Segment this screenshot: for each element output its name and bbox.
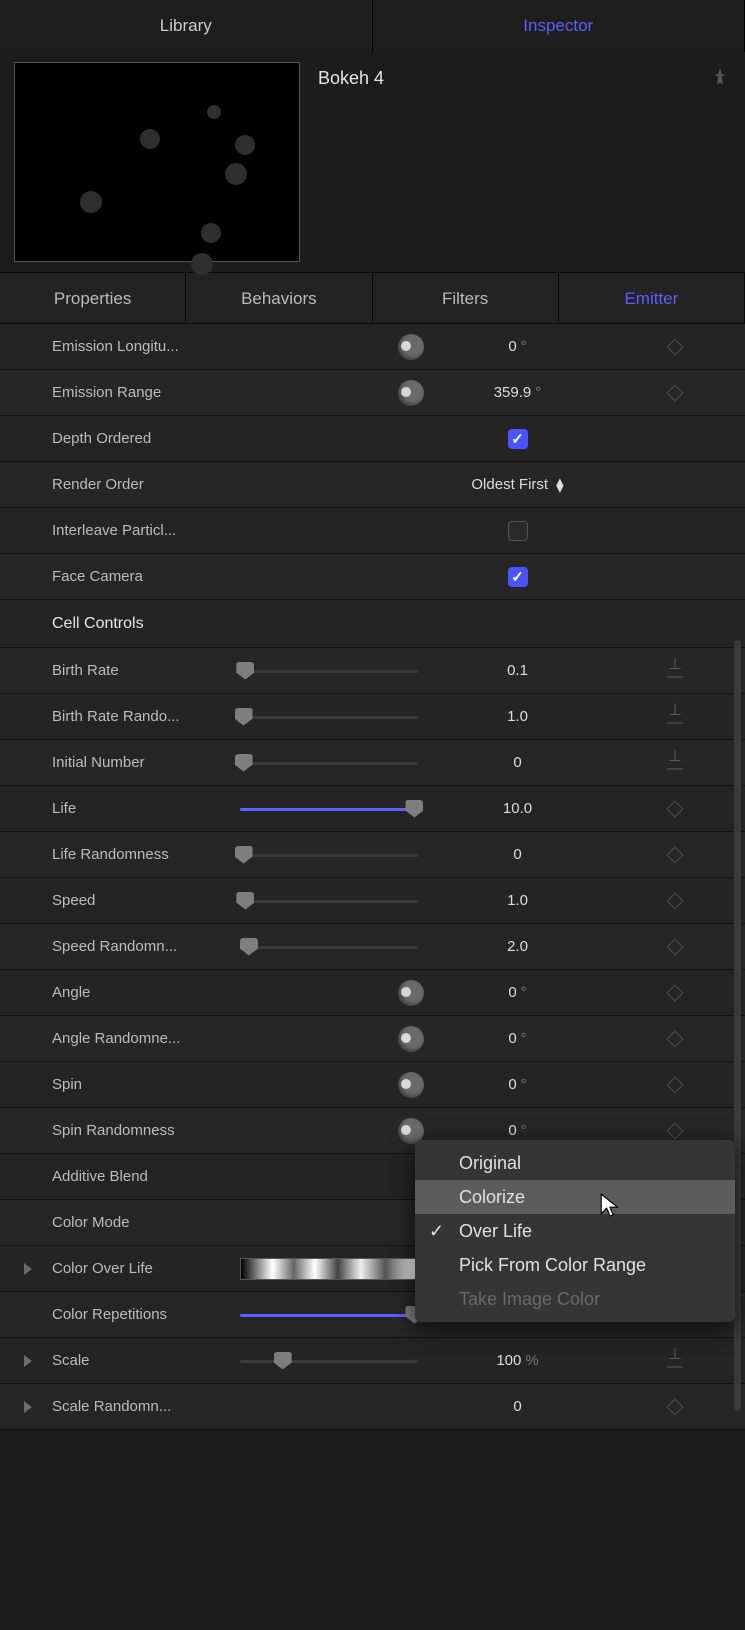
spin-value[interactable]: 0° — [430, 1076, 605, 1093]
keyframe-icon[interactable] — [667, 1122, 684, 1139]
birth-rate-randomness-label: Birth Rate Rando... — [52, 708, 240, 725]
tab-behaviors[interactable]: Behaviors — [186, 273, 372, 323]
spin-label: Spin — [52, 1076, 240, 1093]
keyframe-icon[interactable] — [667, 984, 684, 1001]
spin-randomness-value[interactable]: 0° — [430, 1122, 605, 1139]
keyframe-icon[interactable] — [667, 338, 684, 355]
life-label: Life — [52, 800, 240, 817]
speed-slider[interactable] — [240, 892, 418, 910]
tab-filters[interactable]: Filters — [373, 273, 559, 323]
initial-number-label: Initial Number — [52, 754, 240, 771]
birth-rate-value[interactable]: 0.1 — [430, 662, 605, 679]
speed-randomness-value[interactable]: 2.0 — [430, 938, 605, 955]
behavior-icon[interactable]: ⊥— — [667, 705, 683, 729]
header: Bokeh 4 — [0, 52, 745, 272]
behavior-icon[interactable]: ⊥— — [667, 751, 683, 775]
tab-emitter[interactable]: Emitter — [559, 273, 745, 323]
render-order-label: Render Order — [52, 476, 240, 493]
menu-item-original[interactable]: Original — [415, 1146, 735, 1180]
check-icon: ✓ — [429, 1221, 444, 1242]
initial-number-value[interactable]: 0 — [430, 754, 605, 771]
scale-randomness-label: Scale Randomn... — [52, 1398, 240, 1415]
spin-randomness-label: Spin Randomness — [52, 1122, 240, 1139]
keyframe-icon[interactable] — [667, 1076, 684, 1093]
color-mode-label: Color Mode — [52, 1214, 240, 1231]
menu-item-colorize[interactable]: Colorize — [415, 1180, 735, 1214]
color-over-life-gradient[interactable] — [240, 1258, 418, 1280]
speed-label: Speed — [52, 892, 240, 909]
keyframe-icon[interactable] — [667, 892, 684, 909]
speed-randomness-label: Speed Randomn... — [52, 938, 240, 955]
emission-range-value[interactable]: 359.9° — [430, 384, 605, 401]
life-randomness-value[interactable]: 0 — [430, 846, 605, 863]
menu-item-pick-range[interactable]: Pick From Color Range — [415, 1248, 735, 1282]
depth-ordered-checkbox[interactable] — [508, 429, 528, 449]
keyframe-icon[interactable] — [667, 938, 684, 955]
angle-randomness-dial[interactable] — [398, 1026, 424, 1052]
life-randomness-slider[interactable] — [240, 846, 418, 864]
interleave-checkbox[interactable] — [508, 521, 528, 541]
color-repetitions-label: Color Repetitions — [52, 1306, 240, 1323]
angle-label: Angle — [52, 984, 240, 1001]
behavior-icon[interactable]: ⊥— — [667, 1349, 683, 1373]
disclosure-triangle-icon[interactable] — [24, 1263, 32, 1275]
spin-dial[interactable] — [398, 1072, 424, 1098]
top-tabs: Library Inspector — [0, 0, 745, 52]
speed-value[interactable]: 1.0 — [430, 892, 605, 909]
emission-range-label: Emission Range — [52, 384, 240, 401]
angle-value[interactable]: 0° — [430, 984, 605, 1001]
initial-number-slider[interactable] — [240, 754, 418, 772]
depth-ordered-label: Depth Ordered — [52, 430, 240, 447]
face-camera-checkbox[interactable] — [508, 567, 528, 587]
scale-value[interactable]: 100% — [430, 1352, 605, 1369]
angle-dial[interactable] — [398, 980, 424, 1006]
menu-item-take-image-color: Take Image Color — [415, 1282, 735, 1316]
scale-randomness-value[interactable]: 0 — [430, 1398, 605, 1415]
menu-item-over-life[interactable]: ✓ Over Life — [415, 1214, 735, 1248]
disclosure-triangle-icon[interactable] — [24, 1355, 32, 1367]
keyframe-icon[interactable] — [667, 1398, 684, 1415]
emission-longitude-label: Emission Longitu... — [52, 338, 240, 355]
birth-rate-randomness-slider[interactable] — [240, 708, 418, 726]
birth-rate-randomness-value[interactable]: 1.0 — [430, 708, 605, 725]
scrollbar[interactable] — [734, 640, 741, 1411]
scale-label: Scale — [52, 1352, 240, 1369]
pin-icon[interactable] — [709, 66, 731, 88]
life-value[interactable]: 10.0 — [430, 800, 605, 817]
preview-thumbnail — [14, 62, 300, 262]
life-randomness-label: Life Randomness — [52, 846, 240, 863]
life-slider[interactable] — [240, 800, 418, 818]
color-mode-menu: Original Colorize ✓ Over Life Pick From … — [415, 1140, 735, 1322]
angle-randomness-label: Angle Randomne... — [52, 1030, 240, 1047]
emitter-parameters-group: Emission Longitu... 0° Emission Range 35… — [0, 324, 745, 600]
scale-slider[interactable] — [240, 1352, 418, 1370]
tab-library[interactable]: Library — [0, 0, 373, 52]
birth-rate-slider[interactable] — [240, 662, 418, 680]
interleave-label: Interleave Particl... — [52, 522, 240, 539]
tab-inspector[interactable]: Inspector — [373, 0, 745, 52]
face-camera-label: Face Camera — [52, 568, 240, 585]
birth-rate-label: Birth Rate — [52, 662, 240, 679]
cell-controls-header: Cell Controls — [0, 600, 745, 648]
keyframe-icon[interactable] — [667, 800, 684, 817]
emission-longitude-dial[interactable] — [398, 334, 424, 360]
additive-blend-label: Additive Blend — [52, 1168, 240, 1185]
inspector-subtabs: Properties Behaviors Filters Emitter — [0, 272, 745, 324]
chevron-updown-icon: ▴▾ — [556, 478, 564, 492]
angle-randomness-value[interactable]: 0° — [430, 1030, 605, 1047]
color-over-life-label: Color Over Life — [52, 1260, 240, 1277]
keyframe-icon[interactable] — [667, 384, 684, 401]
tab-properties[interactable]: Properties — [0, 273, 186, 323]
color-repetitions-slider[interactable] — [240, 1306, 418, 1324]
object-title: Bokeh 4 — [318, 62, 691, 262]
keyframe-icon[interactable] — [667, 1030, 684, 1047]
behavior-icon[interactable]: ⊥— — [667, 659, 683, 683]
keyframe-icon[interactable] — [667, 846, 684, 863]
emission-longitude-value[interactable]: 0° — [430, 338, 605, 355]
speed-randomness-slider[interactable] — [240, 938, 418, 956]
render-order-popup[interactable]: Oldest First ▴▾ — [433, 476, 603, 493]
disclosure-triangle-icon[interactable] — [24, 1401, 32, 1413]
emission-range-dial[interactable] — [398, 380, 424, 406]
